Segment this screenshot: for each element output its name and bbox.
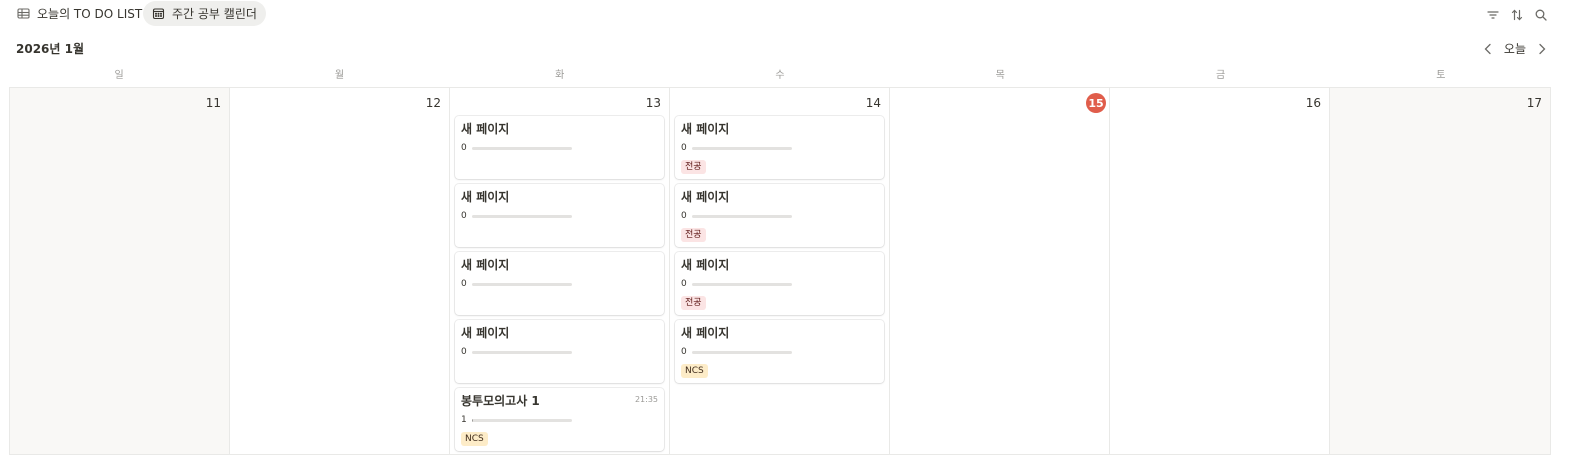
event-title: 봉투모의고사 1 — [461, 394, 540, 408]
tab-label: 주간 공부 캘린더 — [172, 7, 257, 21]
progress-value: 0 — [461, 279, 467, 289]
progress-bar — [691, 282, 792, 286]
event-card[interactable]: 새 페이지 0 — [455, 320, 664, 383]
month-title: 2026년 1월 — [16, 42, 85, 56]
day-cards: 새 페이지 0 전공 새 페이지 0 전공 새 페이지 0 전공 새 페이지 0 NCS — [675, 116, 884, 388]
tab-weekly-calendar[interactable]: 주간 공부 캘린더 — [143, 1, 266, 26]
day-number: 17 — [1526, 96, 1542, 110]
filter-icon[interactable] — [1486, 7, 1500, 21]
progress-value: 0 — [681, 279, 687, 289]
calendar-icon — [152, 7, 165, 20]
event-card[interactable]: 새 페이지 0 NCS — [675, 320, 884, 383]
tab-label: 오늘의 TO DO LIST — [37, 7, 143, 21]
weekday-label: 화 — [555, 70, 565, 81]
event-time: 21:35 — [634, 395, 658, 404]
day-number: 16 — [1305, 96, 1321, 110]
day-number: 11 — [205, 96, 221, 110]
day-number: 12 — [425, 96, 441, 110]
event-title: 새 페이지 — [681, 190, 730, 204]
day-cell[interactable]: 16 — [1110, 88, 1330, 454]
day-number: 13 — [645, 96, 661, 110]
weekday-label: 금 — [1215, 70, 1226, 81]
chevron-left-icon[interactable] — [1482, 42, 1494, 56]
progress: 0 — [681, 143, 792, 153]
event-card[interactable]: 봉투모의고사 1 21:35 1 NCS — [455, 388, 664, 451]
weekday-label: 목 — [995, 70, 1005, 81]
event-title: 새 페이지 — [461, 190, 510, 204]
event-title: 새 페이지 — [681, 258, 730, 272]
progress-value: 0 — [681, 211, 687, 221]
view-toolbar — [1486, 7, 1548, 21]
day-number: 14 — [865, 96, 881, 110]
progress: 0 — [681, 347, 792, 357]
progress-bar — [691, 214, 792, 218]
day-cards: 새 페이지 0 새 페이지 0 새 페이지 0 새 페이지 0 봉투모의고사 1 21:35 1 NC… — [455, 116, 664, 456]
weekday-label: 일 — [114, 70, 124, 81]
calendar-nav: 오늘 — [1482, 40, 1548, 57]
event-title: 새 페이지 — [461, 258, 510, 272]
view-tabs-bar: 오늘의 TO DO LIST 주간 공부 캘린더 — [0, 0, 1577, 28]
day-cell[interactable]: 15 — [890, 88, 1110, 454]
progress: 0 — [681, 211, 792, 221]
progress-bar — [691, 350, 792, 354]
progress-value: 0 — [681, 347, 687, 357]
event-title: 새 페이지 — [681, 122, 730, 136]
day-cell[interactable]: 11 — [10, 88, 230, 454]
progress-value: 0 — [461, 143, 467, 153]
progress-bar — [471, 214, 572, 218]
tab-todo-list[interactable]: 오늘의 TO DO LIST — [8, 1, 151, 26]
progress: 0 — [681, 279, 792, 289]
day-cell[interactable]: 13 새 페이지 0 새 페이지 0 새 페이지 0 새 페이지 0 봉투모의고사 1 21:35 1… — [450, 88, 670, 454]
progress: 0 — [461, 143, 572, 153]
progress-bar — [471, 282, 572, 286]
event-card[interactable]: 새 페이지 0 — [455, 252, 664, 315]
event-title: 새 페이지 — [681, 326, 730, 340]
category-tag: NCS — [681, 364, 708, 378]
event-title: 새 페이지 — [461, 326, 510, 340]
event-card[interactable]: 새 페이지 0 전공 — [675, 116, 884, 179]
progress: 0 — [461, 347, 572, 357]
week-grid: 11 12 13 새 페이지 0 새 페이지 0 새 페이지 0 새 페이지 0 봉투모의고사 1 21… — [9, 87, 1551, 455]
weekday-label: 월 — [334, 70, 345, 81]
today-date-badge: 15 — [1086, 93, 1106, 113]
progress-bar — [471, 350, 572, 354]
progress-bar — [471, 418, 572, 422]
event-title: 새 페이지 — [461, 122, 510, 136]
category-tag: NCS — [461, 432, 488, 446]
weekday-label: 토 — [1436, 70, 1446, 81]
category-tag: 전공 — [681, 228, 706, 242]
category-tag: 전공 — [681, 296, 706, 310]
table-icon — [17, 7, 30, 20]
progress-value: 1 — [461, 415, 467, 425]
event-card[interactable]: 새 페이지 0 — [455, 116, 664, 179]
progress-value: 0 — [461, 347, 467, 357]
progress-bar — [471, 146, 572, 150]
event-card[interactable]: 새 페이지 0 — [455, 184, 664, 247]
event-card[interactable]: 새 페이지 0 전공 — [675, 184, 884, 247]
chevron-right-icon[interactable] — [1536, 42, 1548, 56]
category-tag: 전공 — [681, 160, 706, 174]
sort-icon[interactable] — [1510, 7, 1524, 21]
progress-fill — [471, 418, 473, 422]
day-cell[interactable]: 12 — [230, 88, 450, 454]
event-card[interactable]: 새 페이지 0 전공 — [675, 252, 884, 315]
weekday-label: 수 — [775, 70, 785, 81]
progress-bar — [691, 146, 792, 150]
weekday-header: 일 월 화 수 목 금 토 — [9, 66, 1551, 82]
progress: 0 — [461, 279, 572, 289]
day-cell[interactable]: 14 새 페이지 0 전공 새 페이지 0 전공 새 페이지 0 전공 새 페이지 0 NCS — [670, 88, 890, 454]
day-cell[interactable]: 17 — [1330, 88, 1550, 454]
progress-value: 0 — [681, 143, 687, 153]
progress: 0 — [461, 211, 572, 221]
search-icon[interactable] — [1534, 7, 1548, 21]
today-button[interactable]: 오늘 — [1504, 40, 1526, 57]
progress-value: 0 — [461, 211, 467, 221]
progress: 1 — [461, 415, 572, 425]
